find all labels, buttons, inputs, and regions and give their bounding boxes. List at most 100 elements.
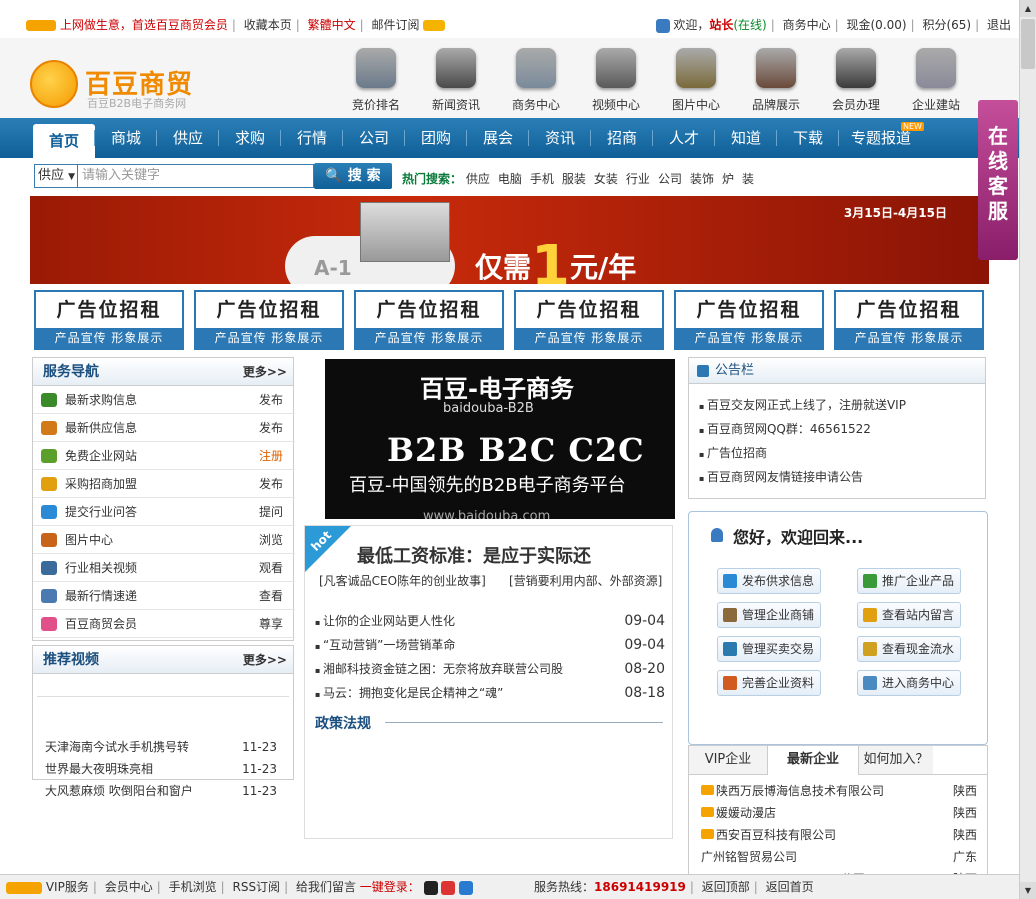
hot-word[interactable]: 炉 (722, 172, 734, 186)
ad-slot[interactable]: 广告位招租 产品宣传 形象展示 (674, 290, 824, 350)
news-title[interactable]: 湘邮科技资金链之困：无奈将放弃联营公司股 (323, 662, 563, 676)
welcome-button-7[interactable]: 进入商务中心 (857, 670, 961, 696)
welcome-button-2[interactable]: 管理企业商铺 (717, 602, 821, 628)
service-row[interactable]: 提交行业问答 提问 (33, 498, 295, 526)
hot-word[interactable]: 装 (742, 172, 754, 186)
header-link-1[interactable]: 新闻资讯 (416, 48, 496, 113)
nav-item-10[interactable]: 人才 (653, 118, 715, 158)
nav-item-4[interactable]: 行情 (281, 118, 343, 158)
welcome-button-0[interactable]: 发布供求信息 (717, 568, 821, 594)
tab-0[interactable]: VIP企业 (689, 746, 767, 774)
service-label[interactable]: 图片中心 (65, 526, 113, 554)
nav-item-11[interactable]: 知道 (715, 118, 777, 158)
service-label[interactable]: 最新行情速递 (65, 582, 137, 610)
video-title[interactable]: 天津海南今试水手机携号转 (45, 740, 189, 754)
news-row[interactable]: ▪ 马云：拥抱变化是民企精神之“魂” 08-18 (315, 681, 665, 705)
welcome-button-4[interactable]: 管理买卖交易 (717, 636, 821, 662)
news-row[interactable]: ▪ 让你的企业网站更人性化 09-04 (315, 609, 665, 633)
welcome-button-6[interactable]: 完善企业资料 (717, 670, 821, 696)
mail-subscribe-link[interactable]: 邮件订阅 (372, 18, 420, 32)
video-more-link[interactable]: 更多>> (243, 646, 287, 674)
service-action[interactable]: 发布 (259, 414, 283, 442)
notice-text[interactable]: 广告位招商 (707, 446, 767, 460)
video-row[interactable]: 大风惹麻烦 吹倒阳台和窗户 11-23 (45, 780, 283, 802)
nav-item-3[interactable]: 求购 (219, 118, 281, 158)
hot-word[interactable]: 女装 (594, 172, 618, 186)
logout-link[interactable]: 退出 (987, 18, 1011, 32)
ad-slot[interactable]: 广告位招租 产品宣传 形象展示 (514, 290, 664, 350)
service-row[interactable]: 采购招商加盟 发布 (33, 470, 295, 498)
service-more-link[interactable]: 更多>> (243, 358, 287, 386)
notice-item[interactable]: ▪ 百豆商贸网QQ群：46561522 (699, 420, 871, 437)
news-row[interactable]: ▪ 湘邮科技资金链之困：无奈将放弃联营公司股 08-20 (315, 657, 665, 681)
service-action[interactable]: 查看 (259, 582, 283, 610)
footer-vip-link[interactable]: VIP服务 (46, 880, 89, 894)
welcome-button-3[interactable]: 查看站内留言 (857, 602, 961, 628)
header-link-7[interactable]: 企业建站 (896, 48, 976, 113)
slogan-link[interactable]: 上网做生意，首选百豆商贸会员 (60, 18, 228, 32)
biz-center-link[interactable]: 商务中心 (783, 18, 831, 32)
nav-item-1[interactable]: 商城 (95, 118, 157, 158)
back-to-top-link[interactable]: 返回顶部 (702, 880, 750, 894)
nav-item-5[interactable]: 公司 (343, 118, 405, 158)
news-title[interactable]: “互动营销”一场营销革命 (323, 638, 455, 652)
renren-icon[interactable] (459, 880, 474, 895)
service-row[interactable]: 百豆商贸会员 尊享 (33, 610, 295, 638)
bookmark-link[interactable]: 收藏本页 (244, 18, 292, 32)
hot-word[interactable]: 供应 (466, 172, 490, 186)
service-row[interactable]: 行业相关视频 观看 (33, 554, 295, 582)
tab-1[interactable]: 最新企业 (767, 746, 859, 775)
service-label[interactable]: 最新求购信息 (65, 386, 137, 414)
promo-image[interactable]: 百豆-电子商务 baidouba-B2B B2B B2C C2C 百豆-中国领先… (325, 359, 675, 519)
weibo-icon[interactable] (441, 880, 456, 895)
service-row[interactable]: 最新求购信息 发布 (33, 386, 295, 414)
news-headline[interactable]: 最低工资标准：是应于实际还 (357, 542, 591, 568)
service-action[interactable]: 提问 (259, 498, 283, 526)
footer-member-link[interactable]: 会员中心 (105, 880, 153, 894)
video-title[interactable]: 大风惹麻烦 吹倒阳台和窗户 (45, 784, 193, 798)
traditional-link[interactable]: 繁體中文 (308, 18, 356, 32)
nav-item-7[interactable]: 展会 (467, 118, 529, 158)
promo-banner[interactable]: A-1 仅需1元/年 3月15日-4月15日 (30, 196, 989, 284)
notice-item[interactable]: ▪ 广告位招商 (699, 444, 767, 461)
ad-slot[interactable]: 广告位招租 产品宣传 形象展示 (34, 290, 184, 350)
cash-link[interactable]: 现金(0.00) (847, 18, 907, 32)
company-row[interactable]: 西安百豆科技有限公司 陕西 (701, 824, 977, 846)
policy-title[interactable]: 政策法规 (315, 713, 371, 733)
welcome-button-1[interactable]: 推广企业产品 (857, 568, 961, 594)
scroll-up-arrow[interactable]: ▲ (1020, 0, 1036, 17)
news-sub1[interactable]: [凡客诚品CEO陈年的创业故事] (319, 572, 486, 589)
service-label[interactable]: 最新供应信息 (65, 414, 137, 442)
header-link-6[interactable]: 会员办理 (816, 48, 896, 113)
service-row[interactable]: 最新供应信息 发布 (33, 414, 295, 442)
service-action[interactable]: 发布 (259, 470, 283, 498)
notice-text[interactable]: 百豆交友网正式上线了，注册就送VIP (707, 398, 906, 412)
hot-word[interactable]: 电脑 (498, 172, 522, 186)
nav-item-12[interactable]: 下载 (777, 118, 839, 158)
hot-word[interactable]: 行业 (626, 172, 650, 186)
nav-item-8[interactable]: 资讯 (529, 118, 591, 158)
footer-rss-link[interactable]: RSS订阅 (232, 880, 280, 894)
hot-word[interactable]: 手机 (530, 172, 554, 186)
footer-mobile-link[interactable]: 手机浏览 (169, 880, 217, 894)
ad-slot[interactable]: 广告位招租 产品宣传 形象展示 (834, 290, 984, 350)
company-row[interactable]: 媛媛动漫店 陕西 (701, 802, 977, 824)
service-action[interactable]: 浏览 (259, 526, 283, 554)
news-row[interactable]: ▪ “互动营销”一场营销革命 09-04 (315, 633, 665, 657)
news-sub2[interactable]: [营销要利用内部、外部资源] (509, 572, 662, 589)
header-link-5[interactable]: 品牌展示 (736, 48, 816, 113)
nav-item-2[interactable]: 供应 (157, 118, 219, 158)
header-link-3[interactable]: 视频中心 (576, 48, 656, 113)
service-action[interactable]: 尊享 (259, 610, 283, 638)
notice-item[interactable]: ▪ 百豆商贸网友情链接申请公告 (699, 468, 863, 485)
ad-slot[interactable]: 广告位招租 产品宣传 形象展示 (354, 290, 504, 350)
scroll-down-arrow[interactable]: ▼ (1020, 882, 1036, 899)
service-action[interactable]: 注册 (259, 442, 283, 470)
company-name[interactable]: 媛媛动漫店 (716, 806, 776, 820)
header-link-4[interactable]: 图片中心 (656, 48, 736, 113)
service-action[interactable]: 发布 (259, 386, 283, 414)
header-link-0[interactable]: 竞价排名 (336, 48, 416, 113)
logo[interactable]: 百豆商贸 百豆B2B电子商务网 (30, 60, 200, 110)
news-title[interactable]: 马云：拥抱变化是民企精神之“魂” (323, 686, 503, 700)
service-row[interactable]: 图片中心 浏览 (33, 526, 295, 554)
